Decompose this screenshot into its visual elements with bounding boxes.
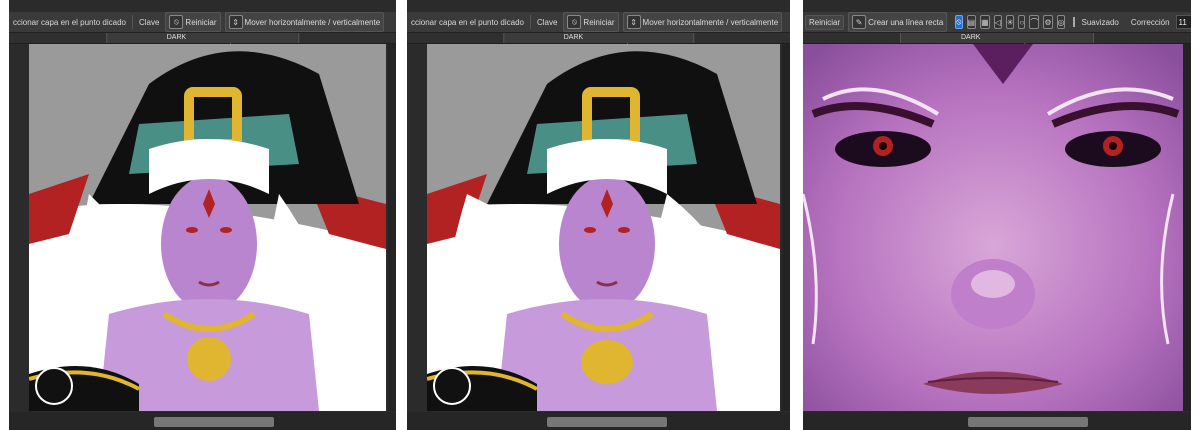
toolbar-separator bbox=[131, 15, 133, 29]
radial-icon[interactable]: ✳ bbox=[1005, 15, 1015, 29]
circle-icon[interactable]: ○ bbox=[1018, 15, 1026, 29]
move-direction-label: Mover horizontalmente / verticalmente bbox=[244, 17, 381, 27]
move-arrows-icon: ⇕ bbox=[228, 15, 243, 29]
smoothing-checkbox[interactable] bbox=[1073, 17, 1076, 27]
artist-signature-logo bbox=[433, 367, 471, 405]
horizontal-scrollbar[interactable] bbox=[407, 412, 790, 430]
document-tab-bar: DARK ENCHANTRESS.mdp bbox=[9, 33, 396, 51]
vertical-scrollbar[interactable] bbox=[388, 44, 396, 411]
straight-line-label: Crear una línea recta bbox=[868, 17, 944, 27]
key-label: Clave bbox=[138, 17, 160, 27]
reset-label: Reiniciar bbox=[809, 17, 841, 27]
key-label: Clave bbox=[536, 17, 558, 27]
ruler-icon[interactable]: ▤ bbox=[966, 15, 977, 29]
reset-button[interactable]: ⦸ Reiniciar bbox=[165, 12, 221, 32]
drawing-canvas[interactable] bbox=[803, 44, 1183, 411]
reset-icon: ⦸ bbox=[567, 15, 582, 29]
vertical-scrollbar[interactable] bbox=[782, 44, 790, 411]
document-tab[interactable]: DARK ENCHANTRESS.mdp bbox=[105, 33, 300, 51]
correction-input[interactable] bbox=[1175, 15, 1191, 29]
reset-label: Reiniciar bbox=[583, 17, 615, 27]
editor-panel-1: ccionar capa en el punto dicado Clave ⦸ … bbox=[9, 0, 396, 430]
correction-label: Corrección bbox=[1130, 17, 1170, 27]
toolbar: ccionar capa en el punto dicado Clave ⦸ … bbox=[9, 12, 396, 33]
horizontal-scrollbar[interactable] bbox=[9, 412, 396, 430]
reset-button[interactable]: Reiniciar bbox=[805, 14, 845, 30]
artist-signature-logo bbox=[35, 367, 73, 405]
pen-icon: ✎ bbox=[852, 15, 867, 29]
artwork bbox=[803, 44, 1183, 411]
smoothing-label: Suavizado bbox=[1081, 17, 1119, 27]
artwork bbox=[29, 44, 386, 411]
drawing-canvas[interactable] bbox=[427, 44, 780, 411]
document-tab[interactable]: DARK ENCHANTRESS.mdp bbox=[900, 33, 1094, 51]
vertical-scrollbar[interactable] bbox=[1183, 44, 1191, 411]
toolbar: ccionar capa en el punto dicado Clave ⦸ … bbox=[407, 12, 790, 33]
reset-icon: ⦸ bbox=[169, 15, 184, 29]
target-icon[interactable]: ◎ bbox=[1056, 15, 1066, 29]
reset-button[interactable]: ⦸ Reiniciar bbox=[563, 12, 619, 32]
drawing-canvas[interactable] bbox=[29, 44, 386, 411]
move-direction-button[interactable]: ⇕ Mover horizontalmente / verticalmente bbox=[224, 12, 385, 32]
reset-label: Reiniciar bbox=[185, 17, 217, 27]
no-symmetry-icon[interactable]: ⦸ bbox=[955, 15, 963, 29]
editor-panel-2: ccionar capa en el punto dicado Clave ⦸ … bbox=[407, 0, 790, 430]
document-tab-bar: DARK ENCHANTRESS.mdp bbox=[803, 33, 1191, 51]
move-direction-label: Mover horizontalmente / verticalmente bbox=[642, 17, 779, 27]
select-layer-label: ccionar capa en el punto dicado bbox=[411, 17, 524, 27]
scrollbar-thumb[interactable] bbox=[968, 417, 1088, 427]
editor-panel-3: Reiniciar ✎ Crear una línea recta ⦸ ▤ ▦ … bbox=[803, 0, 1191, 430]
straight-line-button[interactable]: ✎ Crear una línea recta bbox=[848, 12, 948, 32]
horizontal-scrollbar[interactable] bbox=[803, 412, 1191, 430]
curve-icon[interactable]: ⌒ bbox=[1029, 15, 1040, 29]
document-tab-bar: DARK ENCHANTRESS.mdp bbox=[407, 33, 790, 51]
document-tab[interactable]: DARK ENCHANTRESS.mdp bbox=[502, 33, 695, 51]
gear-icon[interactable]: ⚙ bbox=[1043, 15, 1053, 29]
toolbar: Reiniciar ✎ Crear una línea recta ⦸ ▤ ▦ … bbox=[803, 12, 1191, 33]
move-arrows-icon: ⇕ bbox=[626, 15, 641, 29]
artwork bbox=[427, 44, 780, 411]
grid-icon[interactable]: ▦ bbox=[980, 15, 990, 29]
select-layer-label: ccionar capa en el punto dicado bbox=[13, 17, 126, 27]
toolbar-separator bbox=[529, 15, 531, 29]
move-direction-button[interactable]: ⇕ Mover horizontalmente / verticalmente bbox=[622, 12, 783, 32]
perspective-icon[interactable]: ◁ bbox=[993, 15, 1002, 29]
scrollbar-thumb[interactable] bbox=[547, 417, 667, 427]
scrollbar-thumb[interactable] bbox=[154, 417, 274, 427]
